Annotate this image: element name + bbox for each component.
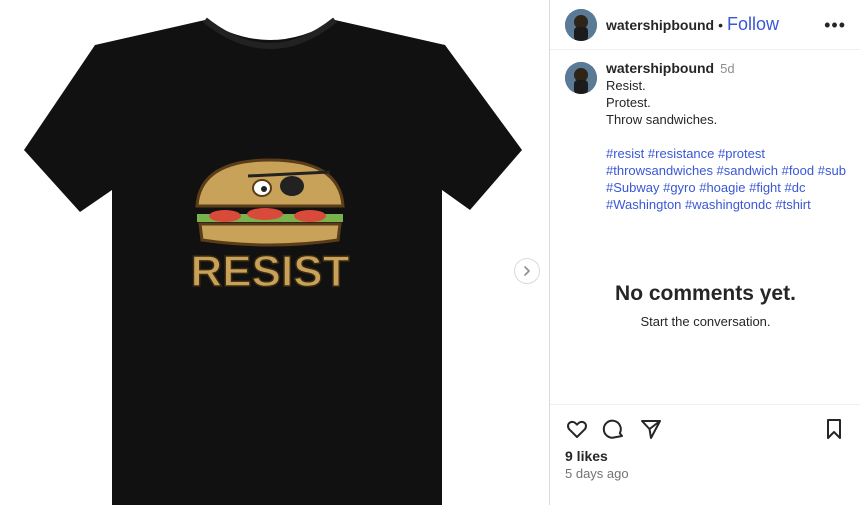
share-icon[interactable] — [639, 417, 663, 441]
likes-count[interactable]: 9 likes — [565, 448, 608, 464]
separator-dot: • — [718, 16, 724, 33]
caption-line: Throw sandwiches. — [606, 112, 718, 127]
more-options-icon[interactable]: ••• — [824, 16, 846, 34]
follow-button[interactable]: Follow — [727, 14, 779, 35]
caption-line: Resist. — [606, 78, 646, 93]
empty-comments-subtitle: Start the conversation. — [640, 314, 771, 329]
hashtags: #resist #resistance #protest #throwsandw… — [606, 145, 846, 213]
caption-line: Protest. — [606, 95, 651, 110]
post-side-panel: watershipbound • Follow ••• watershipbou… — [549, 0, 860, 505]
hashtag-line[interactable]: #throwsandwiches #sandwich #food #sub — [606, 162, 846, 179]
header-username[interactable]: watershipbound — [606, 17, 714, 33]
shirt-resist-text: RESIST — [191, 247, 350, 296]
heart-icon[interactable] — [565, 417, 589, 441]
bookmark-icon[interactable] — [822, 417, 846, 441]
hashtag-line[interactable]: #Washington #washingtondc #tshirt — [606, 196, 846, 213]
avatar-image — [565, 8, 597, 41]
post-caption: watershipbound 5d Resist. Protest. Throw … — [565, 60, 855, 213]
caption-avatar[interactable] — [565, 62, 597, 94]
comment-icon[interactable] — [602, 417, 626, 441]
post-actions: 9 likes 5 days ago — [550, 404, 860, 505]
user-avatar[interactable] — [565, 8, 597, 41]
next-media-button[interactable] — [514, 258, 540, 284]
empty-comments-title: No comments yet. — [615, 282, 796, 305]
sandwich-graphic — [195, 158, 345, 247]
caption-age: 5d — [720, 61, 735, 76]
post-header: watershipbound • Follow ••• — [550, 0, 860, 50]
hashtag-line[interactable]: #resist #resistance #protest — [606, 145, 846, 162]
post-media: RESIST — [0, 0, 549, 505]
tshirt-image: RESIST — [24, 17, 522, 505]
empty-comments: No comments yet. Start the conversation. — [550, 282, 860, 329]
avatar-image — [565, 62, 597, 94]
hashtag-line[interactable]: #Subway #gyro #hoagie #fight #dc — [606, 179, 846, 196]
next-arrow-icon — [524, 266, 530, 276]
caption-username[interactable]: watershipbound — [606, 60, 714, 76]
post-time[interactable]: 5 days ago — [565, 466, 629, 481]
